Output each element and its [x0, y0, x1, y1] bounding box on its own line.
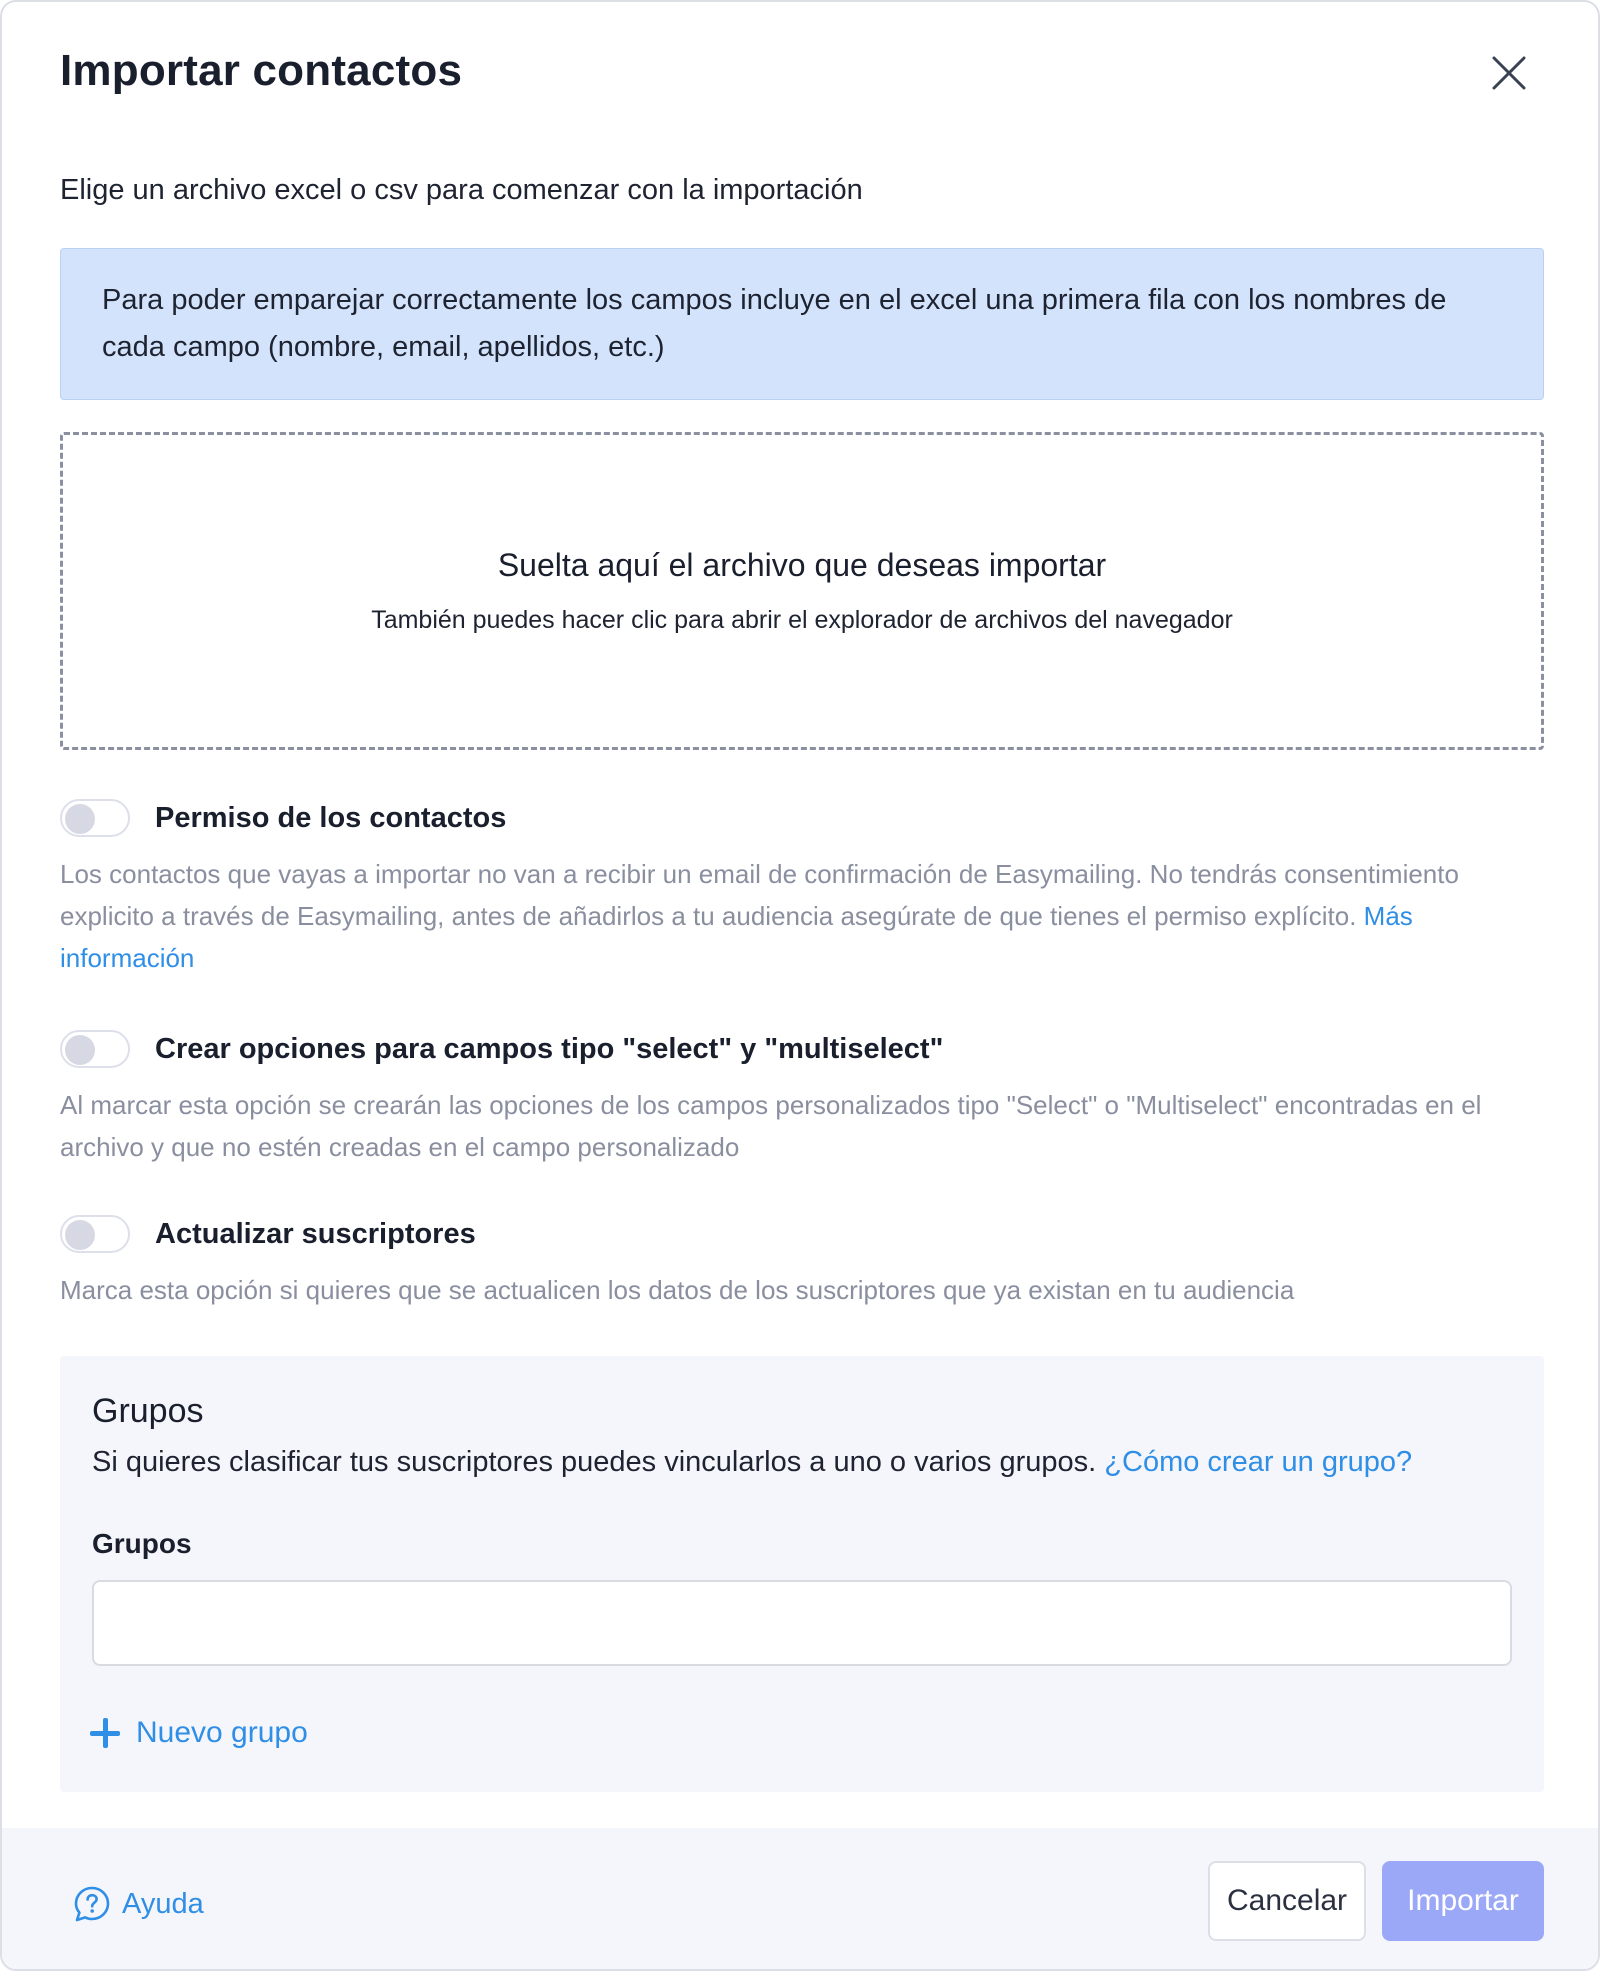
modal-footer: Ayuda Cancelar Importar — [2, 1828, 1598, 1969]
how-to-create-group-link[interactable]: ¿Cómo crear un grupo? — [1104, 1446, 1412, 1478]
permission-description-text: Los contactos que vayas a importar no va… — [60, 859, 1459, 931]
new-group-label: Nuevo grupo — [136, 1716, 308, 1749]
help-bubble-icon — [74, 1886, 110, 1922]
info-alert: Para poder emparejar correctamente los c… — [60, 248, 1544, 400]
create-select-options-description: Al marcar esta opción se crearán las opc… — [60, 1090, 1482, 1162]
toggle-knob — [65, 1035, 95, 1065]
groups-select-input[interactable] — [92, 1580, 1512, 1666]
file-dropzone[interactable]: Suelta aquí el archivo que deseas import… — [60, 432, 1544, 750]
update-subscribers-label: Actualizar suscriptores — [155, 1217, 476, 1250]
groups-title: Grupos — [92, 1392, 204, 1430]
create-select-options-label: Crear opciones para campos tipo "select"… — [155, 1032, 944, 1065]
intro-text: Elige un archivo excel o csv para comenz… — [60, 174, 863, 206]
help-link[interactable]: Ayuda — [72, 1884, 204, 1924]
cancel-button[interactable]: Cancelar — [1208, 1861, 1366, 1941]
groups-description-text: Si quieres clasificar tus suscriptores p… — [92, 1446, 1097, 1478]
update-subscribers-description: Marca esta opción si quieres que se actu… — [60, 1275, 1295, 1305]
groups-description: Si quieres clasificar tus suscriptores p… — [92, 1446, 1412, 1479]
dropzone-title: Suelta aquí el archivo que deseas import… — [497, 547, 1107, 583]
groups-panel: Grupos Si quieres clasificar tus suscrip… — [60, 1356, 1544, 1792]
permission-description: Los contactos que vayas a importar no va… — [60, 853, 1500, 979]
option-create-select-options: Crear opciones para campos tipo "select"… — [60, 1030, 943, 1068]
toggle-knob — [65, 804, 95, 834]
plus-icon — [90, 1718, 120, 1748]
groups-field-label: Grupos — [92, 1528, 192, 1559]
permission-toggle-label: Permiso de los contactos — [155, 801, 507, 834]
close-button[interactable] — [1484, 48, 1534, 98]
import-contacts-modal: Importar contactos Elige un archivo exce… — [0, 0, 1600, 1971]
toggle-knob — [65, 1220, 95, 1250]
modal-title: Importar contactos — [60, 46, 463, 95]
option-update-subscribers: Actualizar suscriptores — [60, 1215, 476, 1253]
option-permission: Permiso de los contactos — [60, 799, 506, 837]
dropzone-subtitle: También puedes hacer clic para abrir el … — [371, 606, 1233, 634]
info-alert-text: Para poder emparejar correctamente los c… — [102, 284, 1447, 363]
help-label: Ayuda — [122, 1887, 204, 1920]
create-select-options-toggle[interactable] — [60, 1030, 130, 1068]
permission-toggle[interactable] — [60, 799, 130, 837]
new-group-button[interactable]: Nuevo grupo — [90, 1716, 308, 1750]
close-icon — [1492, 56, 1526, 90]
import-button[interactable]: Importar — [1382, 1861, 1544, 1941]
update-subscribers-toggle[interactable] — [60, 1215, 130, 1253]
